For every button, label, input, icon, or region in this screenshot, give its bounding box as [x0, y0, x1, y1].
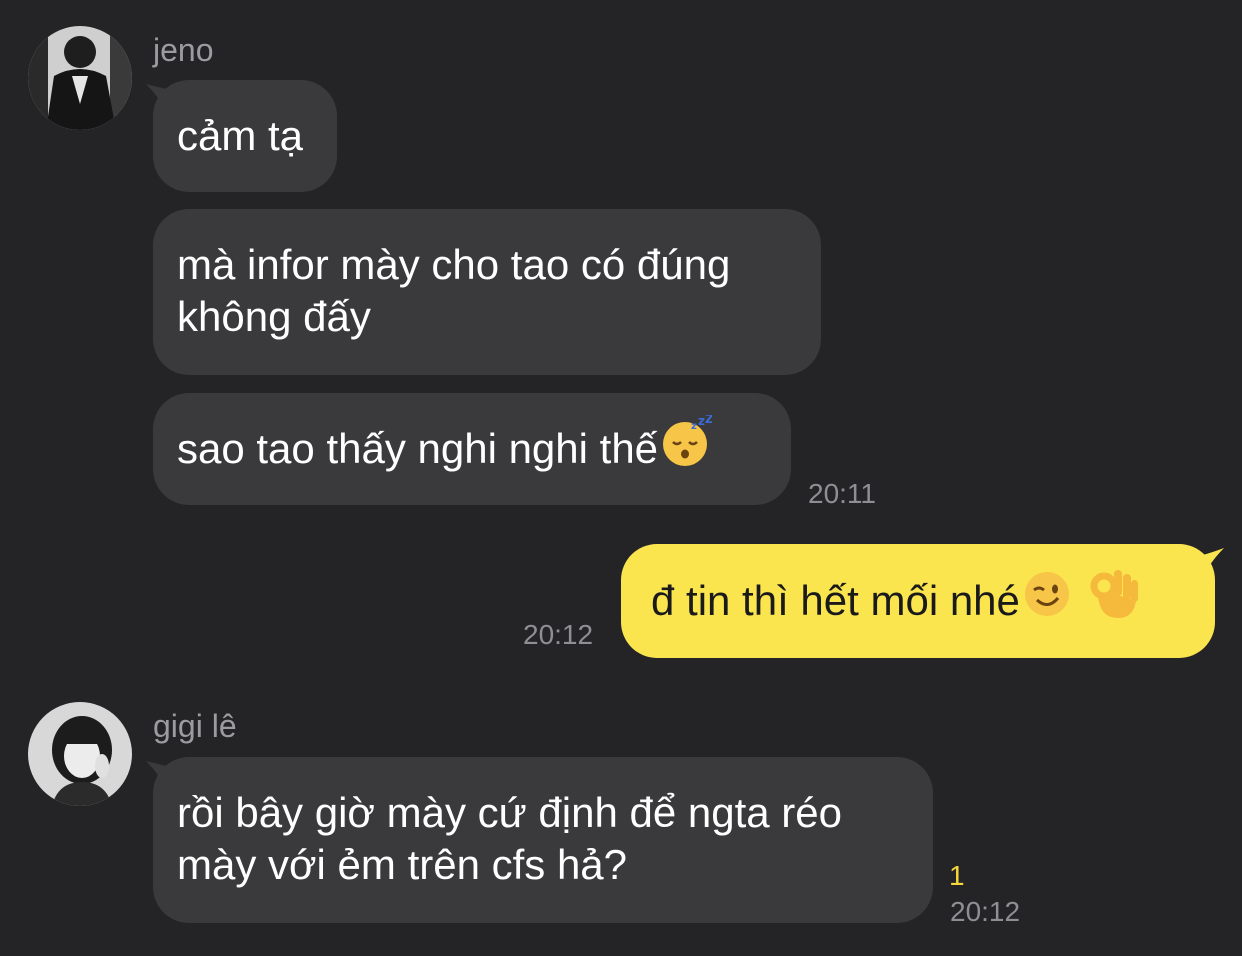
bubble-tail [1198, 548, 1224, 586]
message-bubble[interactable]: sao tao thấy nghi nghi thế z z Z [153, 393, 791, 505]
message-text: mà infor mày cho tao có đúng [177, 241, 731, 288]
svg-text:Z: Z [705, 415, 712, 426]
winking-face-icon [1020, 567, 1074, 633]
message-text: đ tin thì hết mối nhé [651, 577, 1020, 625]
sender-name: jeno [153, 32, 214, 68]
sleeping-face-icon: z z Z [658, 412, 714, 481]
jeno-avatar[interactable] [28, 26, 132, 130]
svg-text:z: z [691, 421, 697, 432]
message-bubble[interactable]: cảm tạ [153, 80, 337, 192]
unread-count: 1 [949, 860, 965, 891]
svg-text:z: z [698, 415, 705, 428]
message-timestamp: 20:11 [808, 478, 876, 509]
message-text: mày với ẻm trên cfs hả? [177, 841, 628, 888]
ok-hand-icon [1088, 566, 1140, 634]
message-bubble[interactable]: rồi bây giờ mày cứ định để ngta réo mày … [153, 757, 933, 923]
message-text: rồi bây giờ mày cứ định để ngta réo [177, 789, 843, 836]
message-timestamp: 20:12 [950, 896, 1021, 927]
message-timestamp: 20:12 [523, 619, 594, 650]
gigi-avatar[interactable] [28, 702, 132, 806]
message-text: không đấy [177, 293, 371, 340]
message-text: sao tao thấy nghi nghi thế [177, 425, 659, 473]
message-text: cảm tạ [177, 112, 304, 159]
outgoing-message-bubble[interactable]: đ tin thì hết mối nhé [621, 544, 1215, 658]
sender-name: gigi lê [153, 708, 237, 744]
message-bubble[interactable]: mà infor mày cho tao có đúng không đấy [153, 209, 821, 375]
